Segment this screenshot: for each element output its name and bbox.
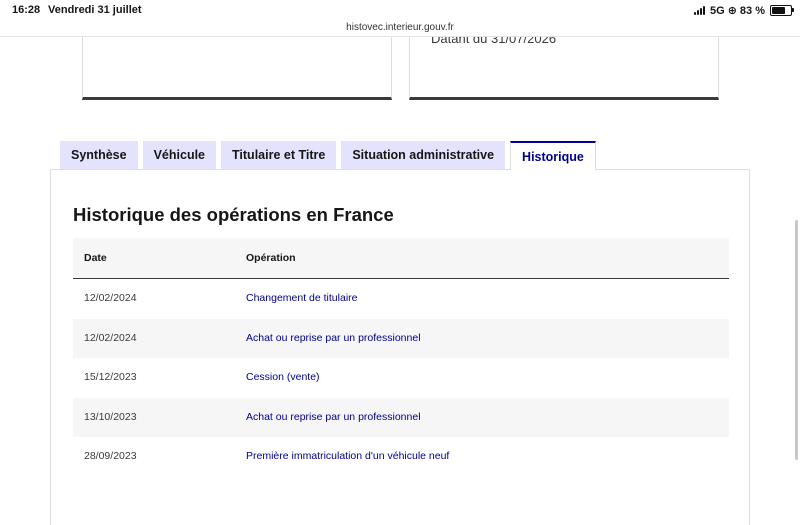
- status-date: Vendredi 31 juillet: [48, 4, 142, 16]
- page: 16:28 Vendredi 31 juillet 5G ⊕ 83 % hist…: [0, 0, 800, 525]
- tab-vehicule[interactable]: Véhicule: [142, 141, 217, 169]
- page-scrollbar[interactable]: [795, 220, 798, 460]
- row-operation-link[interactable]: Cession (vente): [246, 358, 320, 398]
- table-row: 13/10/2023 Achat ou reprise par un profe…: [73, 397, 729, 438]
- network-type: 5G: [710, 4, 725, 17]
- tab-historique[interactable]: Historique: [510, 141, 596, 170]
- row-operation-link[interactable]: Achat ou reprise par un professionnel: [246, 398, 421, 438]
- cellular-signal-icon: [694, 6, 706, 15]
- row-date: 15/12/2023: [84, 371, 137, 384]
- tab-synthese[interactable]: Synthèse: [60, 141, 138, 169]
- table-row: 15/12/2023 Cession (vente): [73, 358, 729, 398]
- status-indicators: 5G ⊕ 83 %: [694, 4, 794, 17]
- row-date: 13/10/2023: [84, 410, 137, 423]
- table-row: 12/02/2024 Achat ou reprise par un profe…: [73, 318, 729, 359]
- battery-fill: [772, 7, 785, 14]
- table-header: Date Opération: [73, 238, 729, 279]
- address-bar[interactable]: histovec.interieur.gouv.fr: [0, 22, 800, 36]
- row-date: 12/02/2024: [84, 292, 137, 304]
- report-date-text: Datant du 31/07/2026: [431, 37, 557, 46]
- summary-card-left: [82, 37, 392, 100]
- status-bar: 16:28 Vendredi 31 juillet 5G ⊕ 83 %: [0, 0, 800, 22]
- history-table: Date Opération 12/02/2024 Changement de …: [73, 238, 729, 477]
- tab-situation-administrative[interactable]: Situation administrative: [341, 141, 506, 169]
- battery-icon: [770, 5, 794, 16]
- row-date: 12/02/2024: [84, 331, 137, 344]
- table-row: 28/09/2023 Première immatriculation d'un…: [73, 437, 729, 477]
- orientation-lock-icon: ⊕: [727, 5, 737, 17]
- column-header-operation: Opération: [246, 252, 296, 264]
- battery-percent: 83 %: [739, 4, 765, 17]
- table-row: 12/02/2024 Changement de titulaire: [73, 279, 729, 319]
- status-time: 16:28: [12, 4, 41, 16]
- row-operation-link[interactable]: Changement de titulaire: [246, 279, 358, 319]
- history-panel: Historique des opérations en France Date…: [50, 169, 750, 525]
- row-operation-link[interactable]: Achat ou reprise par un professionnel: [246, 319, 421, 359]
- history-title: Historique des opérations en France: [73, 204, 394, 225]
- row-operation-link[interactable]: Première immatriculation d'un véhicule n…: [246, 437, 449, 477]
- summary-card-right: Datant du 31/07/2026: [409, 37, 719, 100]
- report-tabs: Synthèse Véhicule Titulaire et Titre Sit…: [60, 141, 596, 170]
- tab-titulaire-et-titre[interactable]: Titulaire et Titre: [221, 141, 337, 169]
- column-header-date: Date: [84, 252, 107, 264]
- row-date: 28/09/2023: [84, 450, 137, 463]
